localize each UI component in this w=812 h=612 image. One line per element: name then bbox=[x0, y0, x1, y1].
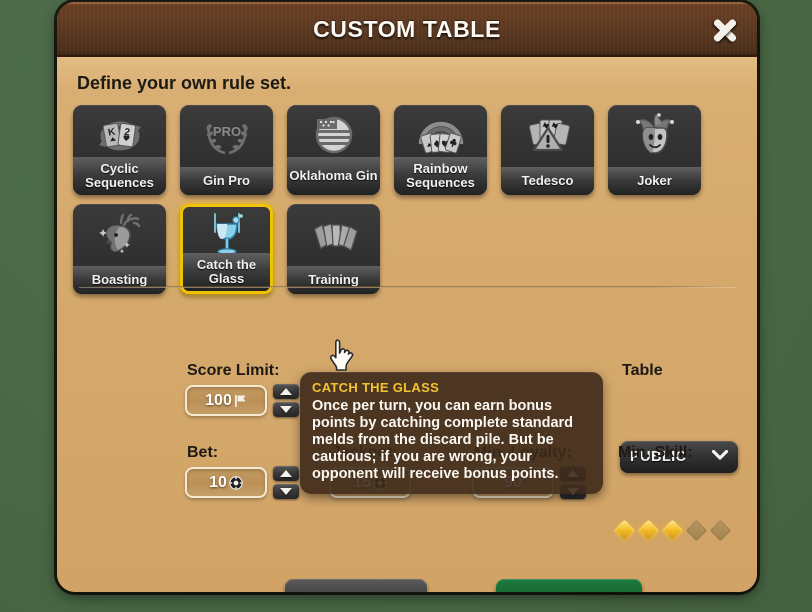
explain-rules-button[interactable]: EXPLAIN RULES bbox=[285, 579, 427, 592]
skill-diamond-5[interactable] bbox=[709, 519, 732, 542]
score-limit-increment-button[interactable] bbox=[273, 384, 299, 399]
app-root: CUSTOM TABLE Define your own rule set. K… bbox=[0, 0, 812, 612]
dialog-body: Define your own rule set. K 2 Cyclic Seq… bbox=[57, 57, 757, 592]
score-limit-label: Score Limit: bbox=[187, 362, 280, 379]
table-visibility-label: Table bbox=[622, 362, 663, 379]
chevron-up-icon bbox=[280, 470, 292, 477]
bet-input[interactable]: 10 bbox=[185, 467, 267, 498]
score-limit-value: 100 bbox=[205, 391, 232, 409]
score-limit-decrement-button[interactable] bbox=[273, 402, 299, 417]
min-skill-label: Min. Skill: bbox=[618, 444, 693, 461]
bet-increment-button[interactable] bbox=[273, 466, 299, 481]
chevron-down-icon bbox=[280, 488, 292, 495]
chevron-up-icon bbox=[280, 388, 292, 395]
skill-diamond-2[interactable] bbox=[637, 519, 660, 542]
tooltip-body: Once per turn, you can earn bonus points… bbox=[312, 398, 574, 482]
dialog-title-bar: CUSTOM TABLE bbox=[57, 2, 757, 57]
chevron-down-icon bbox=[711, 448, 729, 466]
score-limit-input[interactable]: 100 bbox=[185, 385, 267, 416]
min-skill-rating[interactable] bbox=[613, 519, 732, 542]
close-icon[interactable] bbox=[707, 12, 743, 48]
bet-value: 10 bbox=[209, 473, 227, 491]
bet-decrement-button[interactable] bbox=[273, 484, 299, 499]
skill-diamond-4[interactable] bbox=[685, 519, 708, 542]
custom-table-dialog: CUSTOM TABLE Define your own rule set. K… bbox=[57, 2, 757, 592]
flag-icon bbox=[234, 394, 247, 408]
form-area: Score Limit: 100 Table PUBLIC Bet: 10 Mi… bbox=[57, 57, 757, 592]
skill-diamond-1[interactable] bbox=[613, 519, 636, 542]
chevron-down-icon bbox=[280, 406, 292, 413]
chip-icon bbox=[229, 475, 243, 490]
bet-spinner[interactable] bbox=[273, 466, 299, 499]
tooltip-title: CATCH THE GLASS bbox=[312, 380, 440, 395]
score-limit-spinner[interactable] bbox=[273, 384, 299, 417]
skill-diamond-3[interactable] bbox=[661, 519, 684, 542]
rule-tooltip: CATCH THE GLASS Once per turn, you can e… bbox=[300, 372, 603, 494]
bet-label: Bet: bbox=[187, 444, 219, 461]
page-title: CUSTOM TABLE bbox=[313, 16, 501, 42]
create-button[interactable]: CREATE bbox=[496, 579, 642, 592]
